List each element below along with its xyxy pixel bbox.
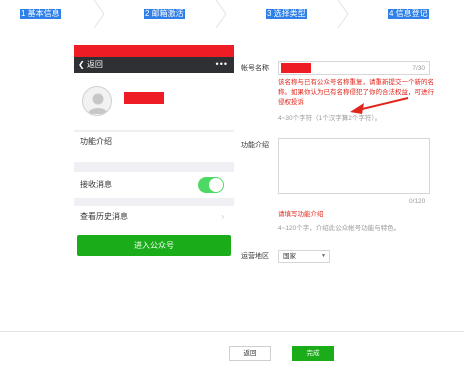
history-label: 查看历史消息 — [80, 212, 128, 221]
section-gap — [74, 198, 234, 206]
done-button[interactable]: 完成 — [292, 346, 334, 361]
step-3-label: 3 选择类型 — [266, 9, 307, 19]
phone-preview: ❮ 返回 ••• 功能介绍 接收消息 查看历史消息 › 进入公众号 — [74, 45, 234, 275]
step-1-label: 1 基本信息 — [20, 9, 61, 19]
chevron-down-icon: ▼ — [321, 253, 326, 259]
phone-back-label: 返回 — [86, 60, 103, 69]
receive-msgs-row: 接收消息 — [74, 172, 234, 198]
footer-divider — [0, 331, 464, 332]
phone-status-bar — [74, 45, 234, 57]
phone-back-button[interactable]: ❮ 返回 — [78, 60, 103, 70]
step-1: 1 基本信息 — [0, 0, 96, 28]
chevron-left-icon: ❮ — [78, 60, 85, 69]
account-name-hint: 4~30个字符（1个汉字算2个字符）。 — [278, 115, 382, 122]
step-progress-bar: 1 基本信息 2 邮箱激活 3 选择类型 4 信息登记 — [0, 0, 464, 28]
step-4-label: 4 信息登记 — [388, 9, 429, 19]
region-select[interactable]: 国家 ▼ — [278, 250, 330, 263]
history-row[interactable]: 查看历史消息 › — [74, 206, 234, 228]
section-gap — [74, 162, 234, 172]
toggle-knob — [209, 178, 223, 192]
avatar — [82, 86, 112, 116]
back-button[interactable]: 返回 — [229, 346, 271, 361]
more-dots-icon[interactable]: ••• — [216, 59, 228, 69]
region-select-value: 国家 — [283, 253, 296, 260]
func-intro-textarea[interactable] — [278, 138, 430, 194]
func-intro-row: 功能介绍 — [74, 132, 234, 162]
account-name-redaction — [124, 92, 164, 104]
receive-msgs-label: 接收消息 — [80, 180, 112, 189]
receive-msgs-toggle[interactable] — [198, 177, 224, 193]
step-2: 2 邮箱激活 — [106, 0, 216, 28]
account-name-input[interactable]: 7/30 — [278, 61, 430, 75]
phone-nav-bar: ❮ 返回 ••• — [74, 57, 234, 73]
region-label: 运营地区 — [241, 253, 269, 260]
func-intro-field-label: 功能介绍 — [241, 142, 269, 149]
enter-account-button[interactable]: 进入公众号 — [77, 235, 231, 256]
account-name-counter: 7/30 — [412, 65, 425, 72]
func-intro-hint: 4~120个字，介绍此公众帐号功能与特色。 — [278, 225, 401, 232]
user-silhouette-icon — [88, 93, 108, 114]
step-separator-icon — [215, 0, 227, 28]
step-3: 3 选择类型 — [228, 0, 338, 28]
chevron-right-icon: › — [221, 212, 224, 221]
step-separator-icon — [337, 0, 349, 28]
account-name-label: 帐号名称 — [241, 65, 269, 72]
step-4: 4 信息登记 — [350, 0, 464, 28]
step-2-label: 2 邮箱激活 — [144, 9, 185, 19]
func-intro-label: 功能介绍 — [80, 137, 112, 146]
step-separator-icon — [93, 0, 105, 28]
account-profile — [74, 73, 234, 130]
account-name-value-redaction — [281, 63, 311, 73]
func-intro-counter: 0/120 — [409, 198, 426, 205]
func-intro-error: 请填写功能介绍 — [278, 211, 324, 218]
